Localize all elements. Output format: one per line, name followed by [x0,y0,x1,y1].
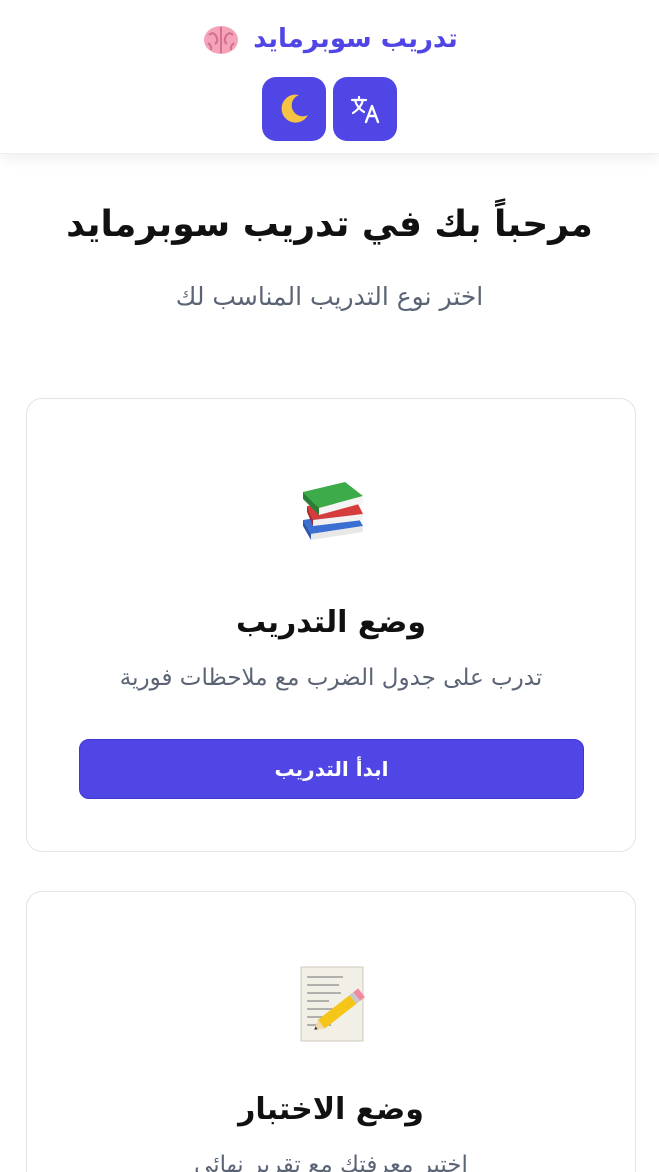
brand: تدريب سوبرمايد [0,16,659,62]
app-page: تدريب سوبرمايد مرحباً بك في تدريب سوبرما… [0,0,659,1172]
practice-mode-title: وضع التدريب [236,605,426,640]
brain-icon [201,19,241,59]
test-mode-card: وضع الاختبار اختبر معرفتك مع تقرير نهائي [26,891,636,1172]
practice-mode-description: تدرب على جدول الضرب مع ملاحظات فورية [119,665,543,691]
page-title: مرحباً بك في تدريب سوبرمايد [66,204,593,245]
theme-toggle-button[interactable] [262,77,326,141]
moon-icon [281,94,308,123]
brand-title: تدريب سوبرمايد [253,24,458,54]
translate-icon [350,95,380,124]
memo-pencil-icon [297,964,369,1044]
language-toggle-button[interactable] [333,77,397,141]
test-mode-title: وضع الاختبار [238,1092,424,1127]
app-header: تدريب سوبرمايد [0,0,659,154]
page-subtitle: اختر نوع التدريب المناسب لك [175,282,484,311]
header-actions [0,77,659,141]
practice-mode-card: وضع التدريب تدرب على جدول الضرب مع ملاحظ… [26,398,636,852]
books-icon [297,473,369,553]
test-mode-description: اختبر معرفتك مع تقرير نهائي [194,1152,468,1172]
start-practice-button[interactable]: ابدأ التدريب [79,739,584,799]
